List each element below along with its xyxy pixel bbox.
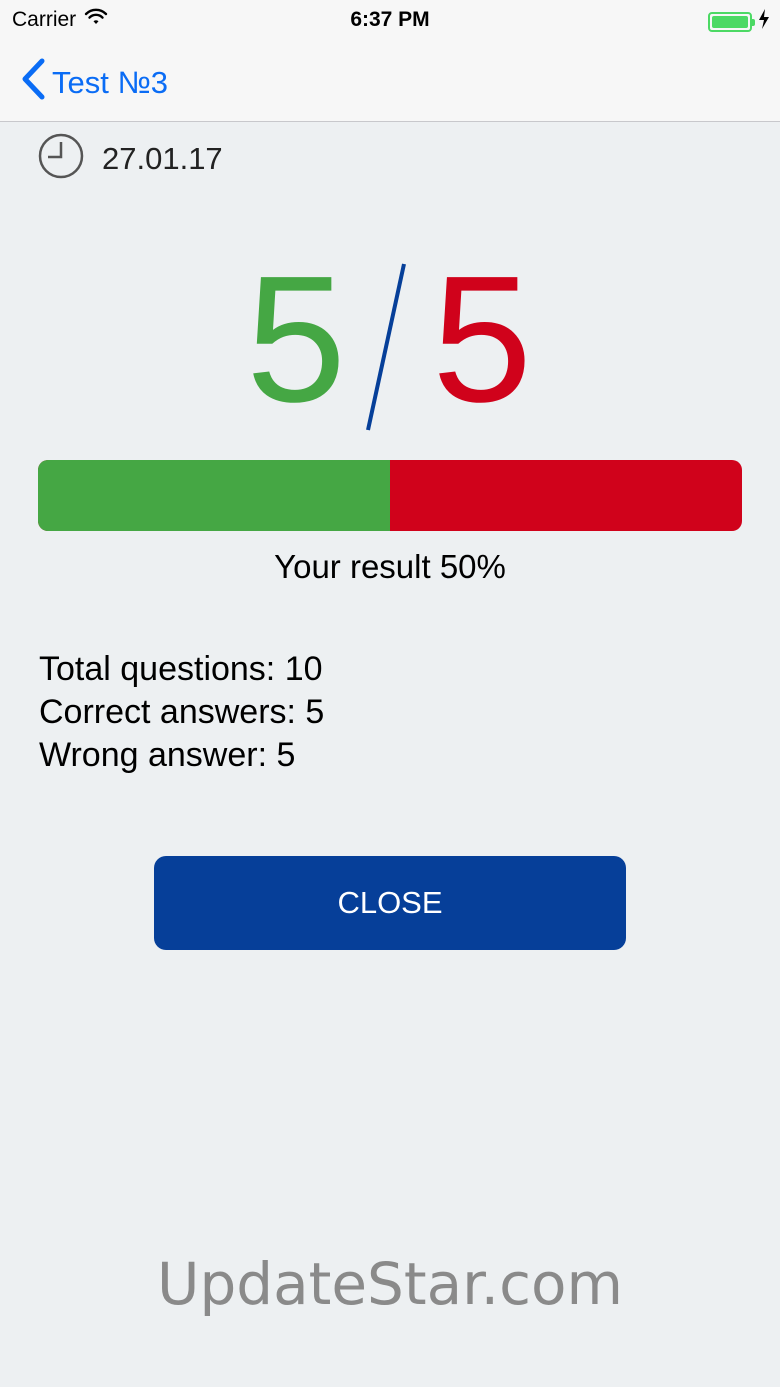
status-time: 6:37 PM <box>350 8 430 31</box>
status-bar: Carrier 6:37 PM <box>0 0 780 40</box>
result-text: Your result 50% <box>274 548 506 585</box>
navigation-bar: Test №3 <box>0 40 780 122</box>
score-display: 5 5 <box>0 240 780 440</box>
stat-wrong-answers: Wrong answer: 5 <box>39 736 296 774</box>
battery-icon <box>708 12 755 32</box>
stat-total-questions: Total questions: 10 <box>39 650 323 688</box>
close-button[interactable]: CLOSE <box>154 856 626 950</box>
back-button-label: Test №3 <box>52 65 168 100</box>
result-progress-bar <box>38 460 742 531</box>
stats-list: Total questions: 10 Correct answers: 5 W… <box>39 648 324 777</box>
score-separator-icon <box>360 262 410 471</box>
wrong-count: 5 <box>432 239 533 440</box>
status-right <box>708 9 770 35</box>
clock-icon <box>38 133 84 184</box>
test-date: 27.01.17 <box>102 140 223 176</box>
correct-count: 5 <box>246 239 347 440</box>
watermark: UpdateStar.com <box>157 1250 623 1318</box>
progress-fill-correct <box>38 460 390 531</box>
test-date-row: 27.01.17 <box>38 133 223 184</box>
back-button[interactable]: Test №3 <box>20 58 168 108</box>
chevron-left-icon <box>20 58 46 108</box>
stat-correct-answers: Correct answers: 5 <box>39 693 325 731</box>
charging-icon <box>758 9 770 35</box>
